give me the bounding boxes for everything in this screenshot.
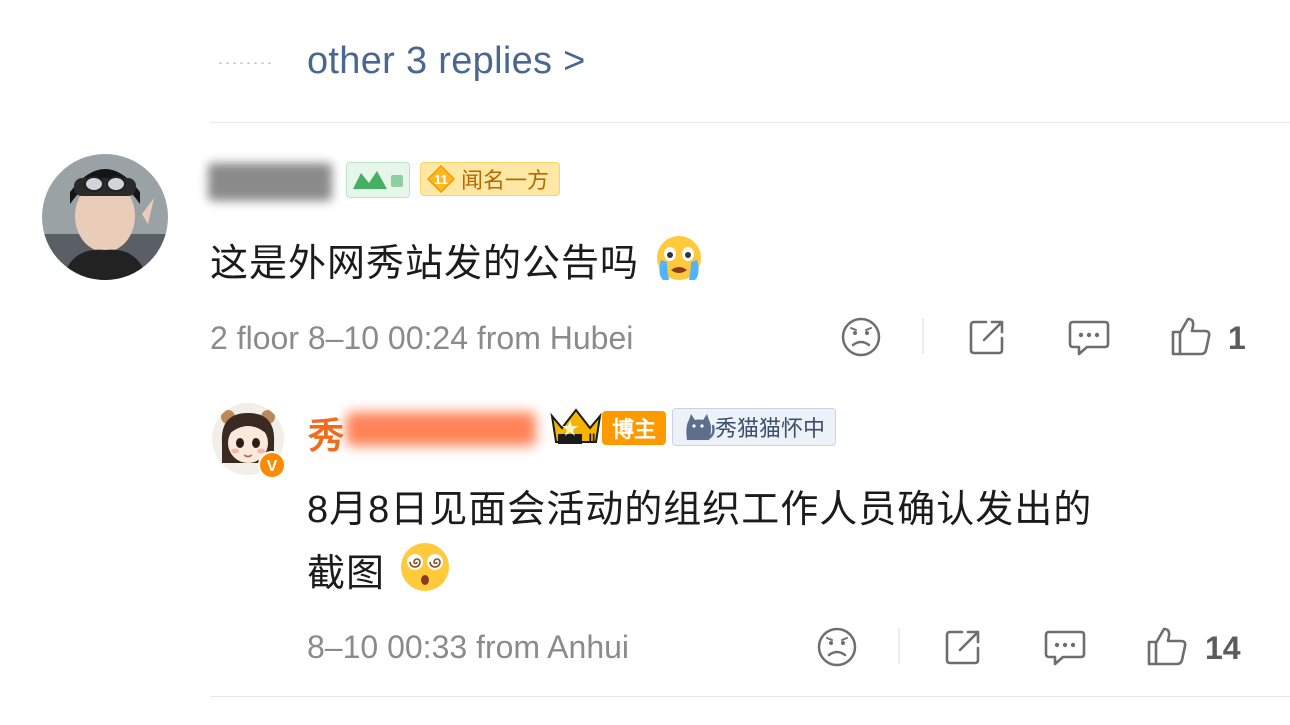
dislike-button[interactable] — [814, 624, 860, 670]
reply-meta: 8–10 00:33 from Anhui — [307, 629, 630, 665]
action-separator — [898, 628, 900, 664]
frown-face-icon — [817, 627, 857, 667]
level-title-badge: 11 闻名一方 — [420, 162, 561, 196]
comment-text: 这是外网秀站发的公告吗 — [210, 232, 707, 294]
like-button[interactable] — [1144, 622, 1190, 670]
svg-text:V: V — [267, 458, 278, 475]
comment-button[interactable] — [1042, 624, 1088, 670]
fan-badge-label: 秀猫猫怀中 — [715, 416, 826, 441]
frown-face-icon — [841, 317, 881, 357]
replies-dots-divider — [217, 62, 275, 64]
share-button[interactable] — [940, 624, 986, 670]
username-visible-part: 秀 — [308, 415, 345, 456]
blogger-badge: 博主 — [602, 411, 667, 445]
comment-meta: 2 floor 8–10 00:24 from Hubei — [210, 320, 634, 356]
more-replies-link[interactable]: other 3 replies > — [307, 40, 586, 83]
share-button[interactable] — [964, 314, 1010, 360]
like-button[interactable] — [1168, 312, 1214, 360]
username-censored — [346, 412, 536, 446]
share-icon — [945, 630, 980, 665]
fan-group-badge: 秀猫猫怀中 — [672, 408, 837, 446]
title-badge-label: 闻名一方 — [461, 168, 550, 193]
crying-emoji-icon — [651, 234, 707, 294]
action-separator — [922, 318, 924, 354]
dislike-button[interactable] — [838, 314, 884, 360]
reply-text-content: 截图 — [307, 553, 386, 595]
divider — [210, 122, 1290, 123]
thumbs-up-icon — [1147, 627, 1187, 666]
reply-text-line-1: 8月8日见面会活动的组织工作人员确认发出的 — [307, 489, 1093, 531]
verified-badge-icon: V — [258, 451, 286, 479]
reply-text-line-2: 截图 — [307, 540, 453, 604]
dizzy-emoji-icon — [397, 540, 453, 604]
thumbs-up-icon — [1171, 317, 1211, 356]
divider — [210, 696, 1290, 697]
membership-badge — [346, 162, 410, 198]
like-count: 14 — [1205, 630, 1241, 666]
comment-bubble-icon — [1044, 630, 1086, 666]
share-icon — [969, 320, 1004, 355]
username-censored[interactable] — [208, 163, 332, 201]
comment-text-content: 这是外网秀站发的公告吗 — [210, 243, 640, 285]
cat-icon — [686, 414, 715, 440]
reply-username[interactable]: 秀 — [308, 407, 344, 459]
crown-icon: II — [548, 404, 604, 448]
level-diamond-icon: 11 — [427, 165, 455, 193]
svg-text:11: 11 — [434, 172, 448, 187]
svg-text:II: II — [589, 431, 596, 445]
comment-bubble-icon — [1068, 320, 1110, 356]
comment-button[interactable] — [1066, 314, 1112, 360]
like-count: 1 — [1228, 320, 1246, 356]
avatar[interactable] — [42, 154, 168, 280]
